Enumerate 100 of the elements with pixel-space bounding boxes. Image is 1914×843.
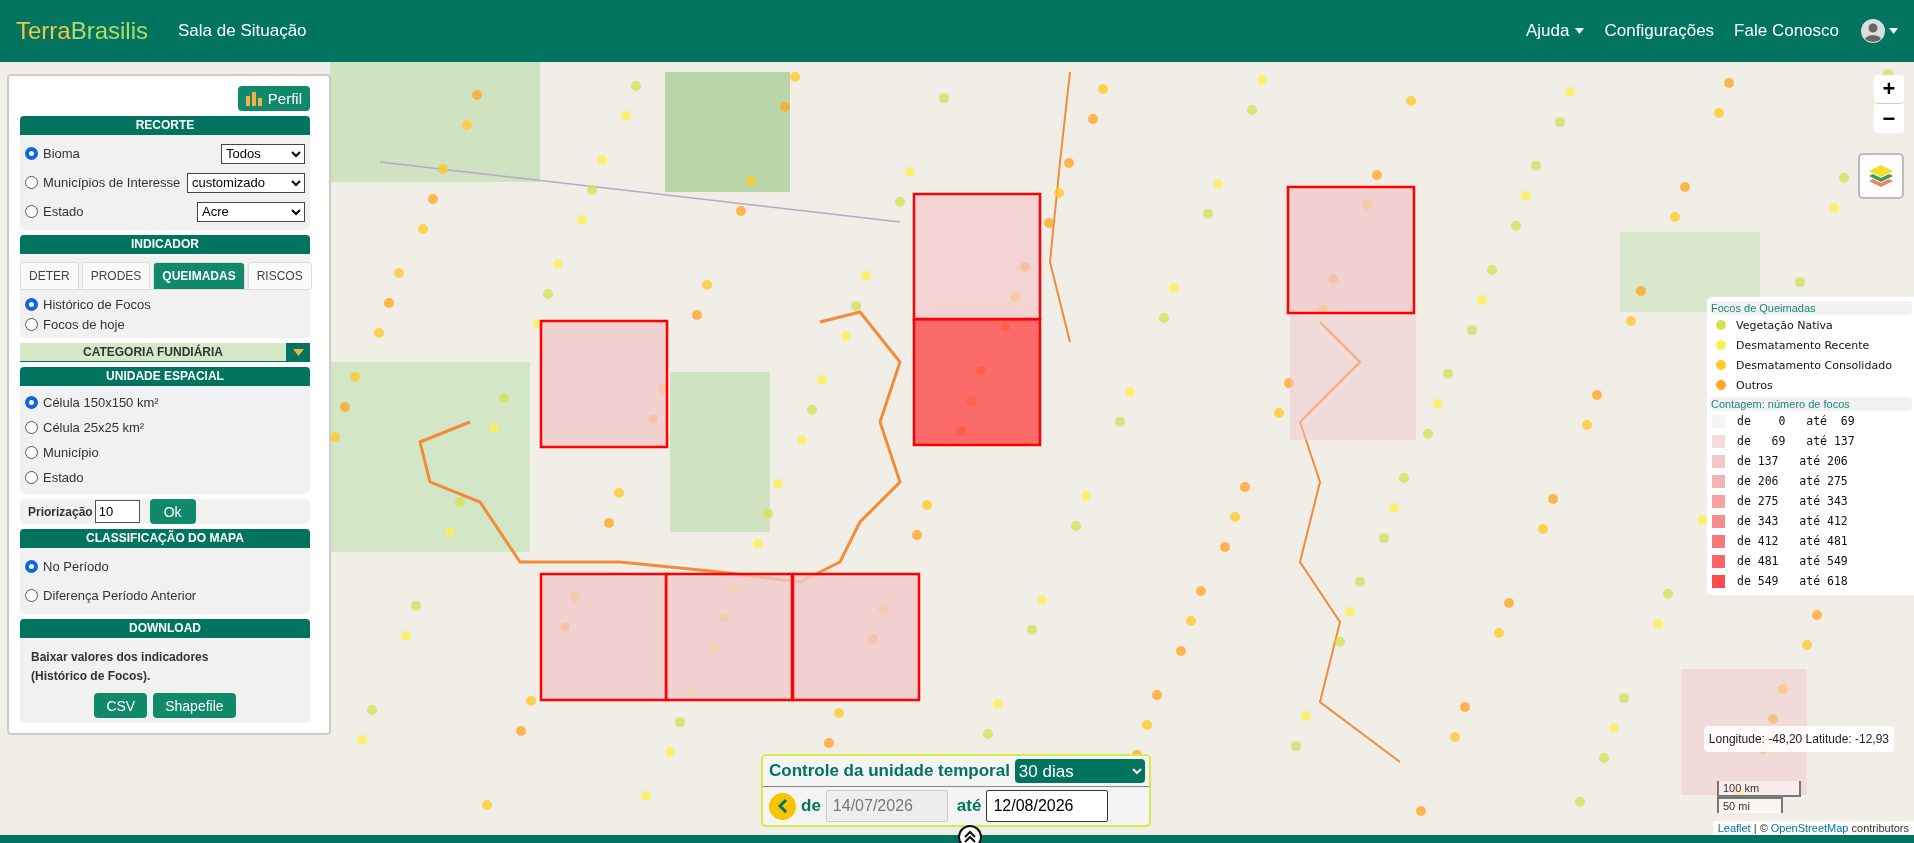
zoom-in-button[interactable]: + [1874, 75, 1904, 104]
fire-spot-marker [1301, 711, 1311, 721]
fire-spot-marker [1670, 212, 1680, 222]
tab[interactable]: PRODES [81, 262, 151, 289]
fire-spot-marker [394, 268, 404, 278]
radio-button[interactable] [25, 589, 38, 602]
fire-spot-marker [1284, 378, 1294, 388]
fire-spot-marker [851, 301, 861, 311]
fire-spot-marker [1203, 209, 1213, 219]
fire-spot-marker [577, 215, 587, 225]
download-button[interactable]: Shapefile [153, 693, 236, 718]
fire-spot-marker [1636, 286, 1646, 296]
radio-option[interactable]: Célula 150x150 km² [25, 395, 159, 410]
radio-button[interactable] [25, 446, 38, 459]
fire-spot-marker [1240, 482, 1250, 492]
tab[interactable]: DETER [20, 262, 79, 289]
fire-spot-marker [1531, 161, 1541, 171]
select-field[interactable]: Acre [197, 201, 305, 222]
fire-spot-marker [1477, 295, 1487, 305]
fire-spot-marker [455, 497, 465, 507]
radio-option[interactable]: Célula 25x25 km² [25, 420, 145, 435]
radio-option[interactable]: Histórico de Focos [25, 296, 151, 312]
tab[interactable]: QUEIMADAS [153, 262, 245, 289]
fire-spot-marker [1653, 619, 1663, 629]
fire-spot-marker [597, 155, 607, 165]
fire-spot-marker [1812, 610, 1822, 620]
fire-spot-marker [604, 518, 614, 528]
fire-spot-marker [1389, 503, 1399, 513]
radio-button[interactable] [25, 396, 38, 409]
ok-button[interactable]: Ok [149, 499, 196, 524]
user-menu[interactable] [1861, 19, 1898, 43]
profile-button[interactable]: Perfil [237, 86, 310, 111]
fire-spot-marker [1538, 524, 1548, 534]
fire-spot-marker [1152, 690, 1162, 700]
radio-option[interactable]: Bioma [25, 146, 80, 161]
radio-option[interactable]: Municípios de Interesse [25, 175, 181, 190]
fire-spot-marker [472, 90, 482, 100]
section-header: UNIDADE ESPACIAL [20, 367, 310, 386]
radio-option[interactable]: No Período [25, 559, 109, 574]
bar-chart-icon [245, 91, 262, 106]
fire-spot-marker [807, 405, 817, 415]
fire-spot-marker [384, 298, 394, 308]
radio-option[interactable]: Município [25, 445, 99, 460]
radio-button[interactable] [25, 176, 38, 189]
radio-option[interactable]: Focos de hoje [25, 316, 125, 332]
select-field[interactable]: customizado [187, 172, 305, 193]
fire-spot-marker [482, 800, 492, 810]
fire-spot-marker [641, 791, 651, 801]
category-dropdown[interactable]: CATEGORIA FUNDIÁRIA [20, 343, 310, 362]
radio-option[interactable]: Estado [25, 204, 84, 219]
radio-button[interactable] [25, 205, 38, 218]
radio-button[interactable] [25, 297, 38, 311]
fire-spot-marker [1443, 369, 1453, 379]
fire-spot-marker [499, 393, 509, 403]
priority-input[interactable]: 10 [94, 500, 140, 523]
radio-button[interactable] [25, 317, 38, 331]
download-button[interactable]: CSV [94, 693, 148, 718]
fire-spot-marker [1335, 637, 1345, 647]
period-select[interactable]: 30 dias [1014, 759, 1145, 783]
fire-spot-marker [1511, 221, 1521, 231]
nav-link[interactable]: Configurações [1604, 21, 1715, 41]
radio-button[interactable] [25, 471, 38, 484]
previous-button[interactable] [769, 792, 796, 820]
radio-button[interactable] [25, 421, 38, 434]
fire-spot-marker [1795, 277, 1805, 287]
radio-button[interactable] [25, 560, 38, 573]
fire-spot-marker [790, 72, 800, 82]
fire-spot-marker [1406, 96, 1416, 106]
fire-spot-marker [1663, 589, 1673, 599]
nav-menu[interactable]: Ajuda [1526, 21, 1585, 41]
fire-spot-marker [1778, 684, 1788, 694]
fire-spot-marker [1355, 577, 1365, 587]
fire-spot-marker [1064, 158, 1074, 168]
fire-spot-marker [516, 726, 526, 736]
radio-button[interactable] [25, 147, 38, 160]
fire-spot-marker [1416, 806, 1426, 816]
radio-option[interactable]: Estado [25, 470, 84, 485]
layers-button[interactable] [1858, 153, 1904, 199]
coordinates-readout: Longitude: -48,20 Latitude: -12,93 [1703, 726, 1894, 752]
scale-bar: 50 mi [1717, 797, 1783, 813]
select-field[interactable]: Todos [221, 143, 305, 164]
tab[interactable]: RISCOS [247, 262, 312, 289]
fire-spot-marker [1071, 521, 1081, 531]
fire-spot-marker [1680, 182, 1690, 192]
fire-spot-marker [702, 280, 712, 290]
radio-option[interactable]: Diferença Período Anterior [25, 588, 197, 603]
fire-spot-marker [1037, 595, 1047, 605]
legend-label: de 206 até 275 [1737, 474, 1848, 488]
fire-spot-marker [1575, 797, 1585, 807]
fire-spot-marker [438, 164, 448, 174]
fire-spot-marker [692, 310, 702, 320]
section-header: CLASSIFICAÇÃO DO MAPA [20, 529, 310, 548]
openstreetmap-link[interactable]: OpenStreetMap [1770, 822, 1849, 834]
nav-link[interactable]: Fale Conosco [1734, 21, 1839, 41]
end-date-field[interactable]: 12/08/2026 [986, 790, 1109, 822]
legend-label: de 0 até 69 [1737, 414, 1855, 428]
fire-spot-marker [1829, 203, 1839, 213]
fire-spot-marker [1054, 188, 1064, 198]
leaflet-link[interactable]: Leaflet [1717, 822, 1751, 834]
fire-spot-marker [1176, 646, 1186, 656]
